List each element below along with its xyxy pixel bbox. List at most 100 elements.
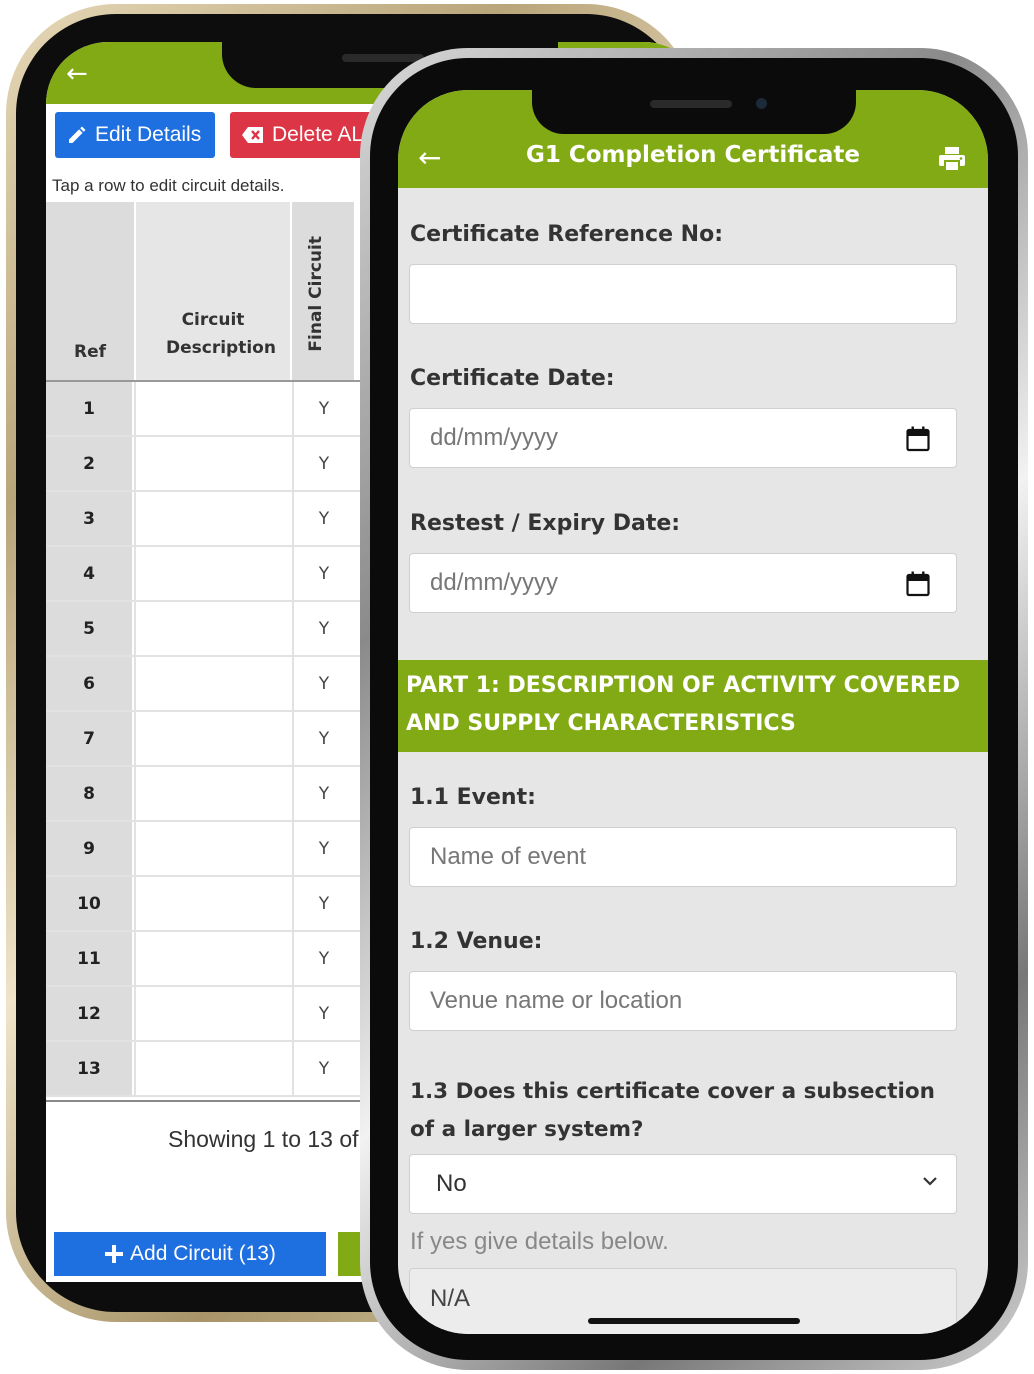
ref-cell: 1 — [46, 382, 132, 435]
description-cell — [134, 492, 294, 545]
table-row[interactable]: 13 Y — [46, 1042, 366, 1097]
table-row[interactable]: 8Y — [46, 767, 366, 822]
final-circuit-cell: Y — [318, 508, 330, 529]
add-circuit-button[interactable]: Add Circuit (13) — [54, 1232, 326, 1276]
ref-cell: 7 — [46, 712, 132, 765]
event-input[interactable]: Name of event — [409, 827, 957, 887]
calendar-icon[interactable] — [906, 426, 930, 452]
venue-placeholder: Venue name or location — [430, 987, 683, 1014]
table-row[interactable]: 1Y — [46, 382, 366, 437]
ref-cell: 13 — [46, 1042, 132, 1095]
camera — [756, 98, 767, 109]
table-header: Ref Circuit Description Final Circuit — [46, 202, 366, 382]
column-header-final-circuit[interactable]: Final Circuit — [292, 202, 354, 380]
front-phone-screen: ← G1 Completion Certificate Certificate … — [398, 90, 988, 1334]
certificate-ref-label: Certificate Reference No: — [410, 222, 723, 247]
column-header-ref[interactable]: Ref — [46, 202, 134, 380]
speaker — [650, 100, 732, 108]
table-row[interactable]: 11 Y — [46, 932, 366, 987]
ref-cell: 5 — [46, 602, 132, 655]
description-cell — [134, 437, 294, 490]
print-icon[interactable] — [938, 146, 966, 172]
table-row[interactable]: 12 Y — [46, 987, 366, 1042]
final-circuit-cell: Y — [318, 1058, 330, 1079]
ref-cell: 6 — [46, 657, 132, 710]
event-label: 1.1 Event: — [410, 785, 536, 810]
table-row[interactable]: 2Y — [46, 437, 366, 492]
delete-backspace-icon — [242, 127, 263, 143]
description-cell — [134, 547, 294, 600]
table-row[interactable]: 7Y — [46, 712, 366, 767]
subsection-hint: If yes give details below. — [410, 1228, 669, 1255]
description-cell — [134, 877, 294, 930]
description-cell — [134, 822, 294, 875]
front-phone-notch — [532, 90, 856, 134]
final-circuit-cell: Y — [318, 1003, 330, 1024]
table-row[interactable]: 5Y — [46, 602, 366, 657]
certificate-date-placeholder: dd/mm/yyyy — [430, 424, 559, 451]
table-row[interactable]: 4Y — [46, 547, 366, 602]
expiry-date-input[interactable]: dd/mm/yyyy — [409, 553, 957, 613]
description-cell — [134, 382, 294, 435]
description-cell — [134, 932, 294, 985]
ref-cell: 10 — [46, 877, 132, 930]
ref-cell: 4 — [46, 547, 132, 600]
final-circuit-cell: Y — [318, 398, 330, 419]
edit-details-label: Edit Details — [95, 123, 202, 146]
page-title: G1 Completion Certificate — [525, 142, 861, 168]
plus-icon — [105, 1245, 124, 1263]
ref-cell: 3 — [46, 492, 132, 545]
event-placeholder: Name of event — [430, 843, 587, 870]
certificate-date-label: Certificate Date: — [410, 366, 615, 391]
final-circuit-cell: Y — [318, 893, 330, 914]
description-cell — [134, 602, 294, 655]
pagination-info: Showing 1 to 13 of — [168, 1126, 359, 1152]
final-circuit-cell: Y — [318, 728, 330, 749]
subsection-selected-value: No — [436, 1170, 467, 1197]
final-circuit-cell: Y — [318, 453, 330, 474]
final-circuit-cell: Y — [318, 838, 330, 859]
subsection-details-textarea[interactable]: N/A — [409, 1268, 957, 1334]
table-hint: Tap a row to edit circuit details. — [52, 176, 285, 195]
final-circuit-cell: Y — [318, 618, 330, 639]
ref-cell: 9 — [46, 822, 132, 875]
delete-all-label: Delete ALL — [272, 123, 375, 146]
add-circuit-label: Add Circuit (13) — [130, 1242, 276, 1265]
home-indicator — [588, 1318, 800, 1324]
subsection-select[interactable]: No — [409, 1154, 957, 1214]
chevron-down-icon — [923, 1177, 937, 1186]
description-cell — [134, 767, 294, 820]
final-circuit-cell: Y — [318, 563, 330, 584]
table-row[interactable]: 6Y — [46, 657, 366, 712]
ref-cell: 12 — [46, 987, 132, 1040]
description-cell — [134, 712, 294, 765]
edit-details-button[interactable]: Edit Details — [55, 112, 215, 158]
subsection-details-value: N/A — [430, 1285, 471, 1312]
certificate-ref-input[interactable] — [409, 264, 957, 324]
ref-header-label: Ref — [73, 342, 107, 362]
circuit-table-body: 1Y 2Y 3Y 4Y 5Y 6Y 7Y 8Y 9Y 10 Y 11 Y 12 Y 1… — [46, 382, 366, 1097]
ref-cell: 8 — [46, 767, 132, 820]
description-cell — [134, 987, 294, 1040]
expiry-date-label: Restest / Expiry Date: — [410, 511, 681, 536]
certificate-date-input[interactable]: dd/mm/yyyy — [409, 408, 957, 468]
back-arrow-icon[interactable]: ← — [66, 61, 88, 87]
final-circuit-header-label: Final Circuit — [306, 236, 326, 352]
section-header-part-1: PART 1: DESCRIPTION OF ACTIVITY COVERED … — [398, 660, 988, 752]
description-cell — [134, 657, 294, 710]
table-row[interactable]: 3Y — [46, 492, 366, 547]
venue-label: 1.2 Venue: — [410, 929, 543, 954]
final-circuit-cell: Y — [318, 673, 330, 694]
description-cell — [134, 1042, 294, 1095]
table-divider — [46, 1100, 366, 1102]
column-header-description[interactable]: Circuit Description — [134, 202, 292, 380]
description-header-label: Circuit Description — [166, 310, 276, 358]
expiry-date-placeholder: dd/mm/yyyy — [430, 569, 559, 596]
calendar-icon[interactable] — [906, 571, 930, 597]
venue-input[interactable]: Venue name or location — [409, 971, 957, 1031]
subsection-label: 1.3 Does this certificate cover a subsec… — [410, 1079, 935, 1142]
table-row[interactable]: 9Y — [46, 822, 366, 877]
final-circuit-cell: Y — [318, 948, 330, 969]
table-row[interactable]: 10 Y — [46, 877, 366, 932]
ref-cell: 2 — [46, 437, 132, 490]
